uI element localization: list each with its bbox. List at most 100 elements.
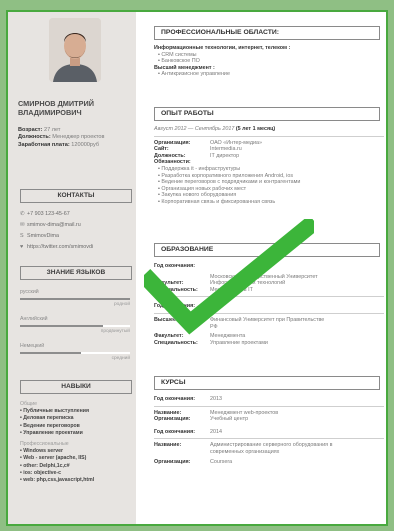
divider [154, 135, 384, 137]
skills-list: Общие • Публичные выступления • Деловая … [20, 401, 134, 484]
skill-item: • Windows server [20, 448, 64, 455]
areas-group-1: Информационные технологии, интернет, тел… [154, 45, 291, 51]
school-value: Финансовый Университет при Правительстве… [210, 316, 325, 330]
course-org-label: Организация: [154, 458, 191, 465]
twitter-icon: ♥ [20, 244, 24, 250]
courses-heading: КУРСЫ [154, 376, 380, 390]
language-name: Английский [20, 316, 48, 322]
skype-icon: S [20, 233, 24, 239]
profile-info: Возраст: 27 лет Должность: Менеджер прое… [18, 127, 134, 149]
education-heading: ОБРАЗОВАНИЕ [154, 243, 380, 257]
language-item: Немецкий средний [20, 343, 132, 361]
skill-item: • Web - server (apache, IIS) [20, 455, 87, 462]
duty-item: Организация новых рабочих мест [158, 186, 384, 193]
age-label: Возраст: [18, 127, 43, 133]
duty-item: Разработка корпоративного приложения And… [158, 173, 384, 180]
course-org-value: Учебный центр [210, 416, 249, 423]
area-item: Антикризисное управление [158, 71, 384, 78]
experience-duration: (5 лет 1 месяц) [235, 126, 276, 132]
contact-phone-text: +7 903 123-45-67 [27, 211, 70, 217]
profile-name: СМИРНОВ ДМИТРИЙ ВЛАДИМИРОВИЧ [18, 99, 94, 117]
position-value: Менеджер проектов [52, 134, 105, 141]
course-org-value: Coursera [210, 458, 233, 465]
faculty-label: Факультет: [154, 333, 184, 340]
course-name-label: Название: [154, 409, 182, 416]
skill-item: • Ведение переговоров [20, 422, 80, 429]
course-org-label: Организация: [154, 416, 191, 423]
year-value: 2013 [210, 396, 222, 402]
contacts-heading: КОНТАКТЫ [20, 189, 132, 203]
skills-heading: НАВЫКИ [20, 380, 132, 394]
faculty-value: Менеджмента [210, 333, 246, 340]
skills-prof-label: Профессиональные [20, 441, 69, 448]
language-item: русский родной [20, 289, 132, 307]
language-fill [20, 352, 81, 354]
contact-email[interactable]: ✉ smimov-dima@mail.ru [20, 220, 134, 231]
divider [154, 312, 384, 314]
language-name: русский [20, 289, 39, 295]
language-level: родной [113, 302, 130, 307]
duty-item: Поддержка it - инфраструктуры [158, 166, 384, 173]
year-value: 2014 [210, 303, 222, 310]
areas-block: Информационные технологии, интернет, тел… [154, 45, 384, 78]
duty-item: Ведение переговоров с подрядчиками и кон… [158, 179, 384, 186]
skill-item: • ios: objective-c [20, 469, 62, 476]
divider [154, 405, 384, 407]
area-item: CRM системы [158, 52, 384, 59]
skill-item: • web: php,css,javascript,html [20, 477, 95, 484]
language-level: средний [111, 356, 130, 361]
courses-block: Год окончания: 2013 Название: Менеджмент w… [154, 396, 384, 465]
course-name-value: Администрирование серверного оборудовани… [210, 442, 333, 455]
areas-heading: ПРОФЕССИОНАЛЬНЫЕ ОБЛАСТИ: [154, 26, 380, 40]
language-bar [20, 352, 130, 354]
year-label: Год окончания: [154, 263, 196, 269]
duty-item: Закупка нового оборудования [158, 192, 384, 199]
salary-value: 120000руб [71, 141, 100, 148]
divider [154, 296, 384, 298]
site-label: Сайт: [154, 146, 169, 153]
education-block: Год окончания: Московский Государственны… [154, 263, 384, 346]
school-label: Высшее: [154, 316, 178, 323]
position-label: Должность: [18, 134, 51, 141]
contact-email-text: smimov-dima@mail.ru [27, 222, 81, 228]
faculty-label: Факультет: [154, 280, 184, 287]
experience-period: Август 2012 — Сентябрь 2017 [154, 126, 235, 132]
contact-twitter[interactable]: ♥ https://twitter.com/smimovdi [20, 242, 134, 253]
phone-icon: ✆ [20, 211, 25, 217]
language-name: Немецкий [20, 343, 45, 349]
resume-card: СМИРНОВ ДМИТРИЙ ВЛАДИМИРОВИЧ Возраст: 27… [6, 10, 388, 526]
divider [154, 438, 384, 440]
faculty-value: Информационных технологий [210, 280, 286, 287]
duty-item: Корпоративная связь и фиксированная связ… [158, 199, 384, 206]
experience-block: Август 2012 — Сентябрь 2017 (5 лет 1 мес… [154, 126, 384, 206]
language-level: продвинутый [100, 329, 130, 334]
area-item: Банковское ПО [158, 58, 384, 65]
contact-phone[interactable]: ✆ +7 903 123-45-67 [20, 209, 134, 220]
spec-value: Менеджмент в IT [210, 286, 253, 293]
areas-group-2: Высший менеджмент : [154, 64, 215, 71]
main-content: ПРОФЕССИОНАЛЬНЫЕ ОБЛАСТИ: Информационные… [144, 12, 386, 524]
skill-item: • Деловая переписка [20, 415, 74, 422]
language-item: Английский продвинутый [20, 316, 132, 334]
age-value: 27 лет [43, 127, 61, 133]
skill-item: • Публичные выступления [20, 408, 89, 415]
spec-value: Управление проектами [210, 339, 268, 346]
language-fill [20, 298, 130, 300]
year-label: Год окончания: [154, 303, 196, 310]
site-link[interactable]: Intermedia.ru [210, 146, 242, 153]
contact-twitter-text: https://twitter.com/smimovdi [27, 244, 94, 250]
spec-label: Специальность: [154, 286, 198, 293]
language-bar [20, 298, 130, 300]
spec-label: Специальность: [154, 339, 198, 346]
year-value: 2014 [210, 428, 222, 435]
language-fill [20, 325, 103, 327]
contact-skype[interactable]: S SmimovDima [20, 231, 134, 242]
avatar [49, 18, 101, 82]
year-label: Год окончания: [154, 428, 196, 435]
language-bar [20, 325, 130, 327]
languages-heading: ЗНАНИЕ ЯЗЫКОВ [20, 266, 132, 280]
skill-item: • other: Delphi,1c,c# [20, 462, 70, 469]
experience-heading: ОПЫТ РАБОТЫ [154, 107, 380, 121]
mail-icon: ✉ [20, 222, 25, 228]
year-label: Год окончания: [154, 396, 196, 402]
